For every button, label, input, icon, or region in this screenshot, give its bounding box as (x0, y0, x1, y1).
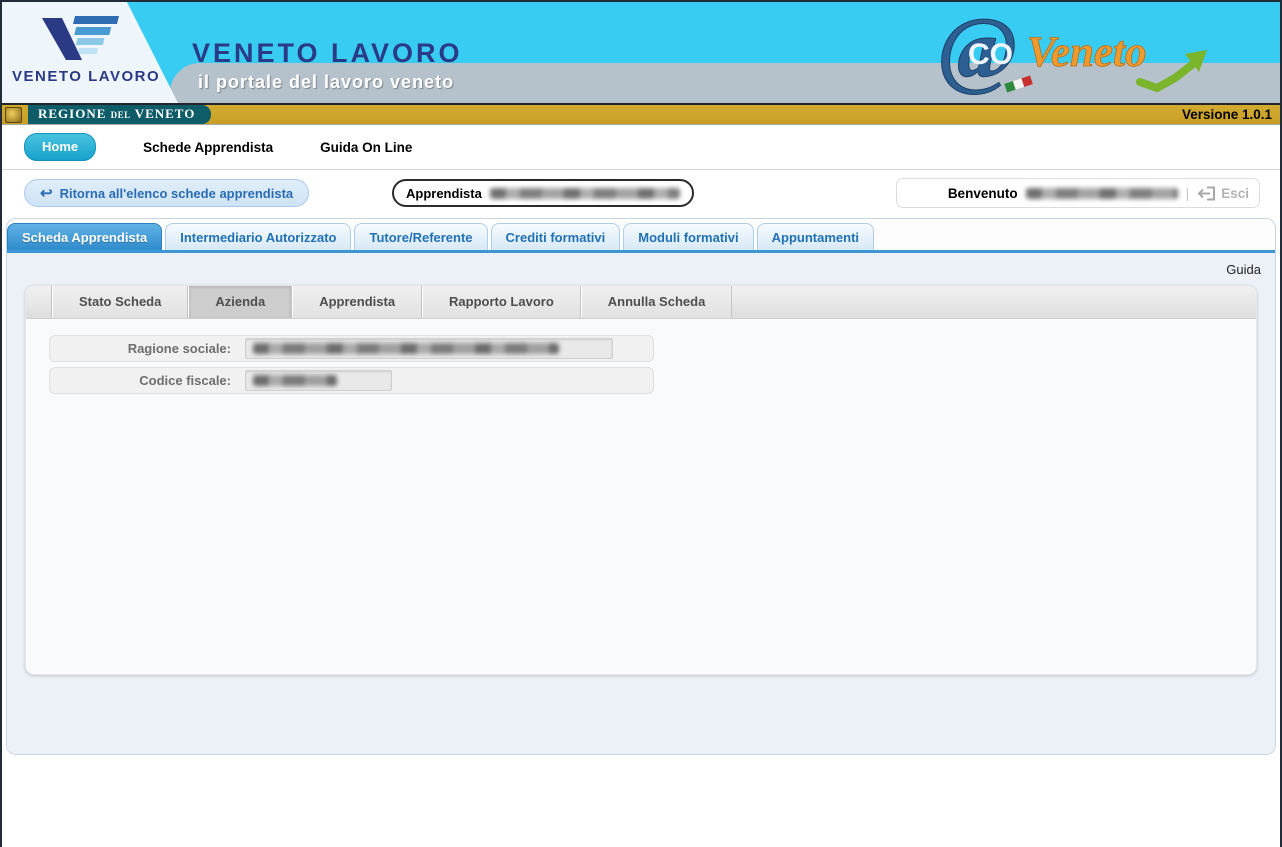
sub-tab-bar: Stato Scheda Azienda Apprendista Rapport… (26, 286, 1256, 319)
form-row-codice-fiscale: Codice fiscale: (49, 367, 654, 394)
tab-intermediario-autorizzato[interactable]: Intermediario Autorizzato (165, 223, 351, 250)
azienda-form: Ragione sociale: Codice fiscale: (26, 319, 1256, 394)
nav-item-guida-on-line[interactable]: Guida On Line (320, 140, 412, 155)
divider: | (1186, 185, 1190, 201)
ragione-sociale-value-redacted (253, 343, 559, 354)
growth-arrow-icon (1140, 50, 1207, 88)
veneto-word: VENETO (135, 106, 196, 121)
back-to-list-button[interactable]: ↩ Ritorna all'elenco schede apprendista (24, 179, 309, 207)
tab-appuntamenti[interactable]: Appuntamenti (757, 223, 874, 250)
subtab-stub (26, 286, 52, 318)
masthead: VENETO LAVORO il portale del lavoro vene… (2, 2, 1280, 103)
back-button-label: Ritorna all'elenco schede apprendista (60, 186, 294, 201)
region-bar: REGIONE DEL VENETO Versione 1.0.1 (2, 103, 1280, 125)
veneto-lavoro-logo[interactable]: VENETO LAVORO (2, 2, 178, 103)
welcome-label: Benvenuto (948, 186, 1018, 201)
subtab-stato-scheda[interactable]: Stato Scheda (52, 286, 188, 318)
site-subtitle: il portale del lavoro veneto (198, 72, 454, 93)
tab-scheda-apprendista[interactable]: Scheda Apprendista (7, 223, 162, 250)
site-title: VENETO LAVORO (192, 38, 463, 69)
apprendista-name-redacted (490, 188, 680, 199)
regione-word: REGIONE (38, 106, 106, 121)
main-nav: Home Schede Apprendista Guida On Line (2, 125, 1280, 170)
subtab-rapporto-lavoro[interactable]: Rapporto Lavoro (422, 286, 581, 318)
codice-fiscale-label: Codice fiscale: (50, 373, 245, 388)
codice-fiscale-value-redacted (253, 375, 337, 386)
apprendista-label: Apprendista (406, 186, 482, 201)
version-label: Versione 1.0.1 (1182, 107, 1272, 122)
form-row-ragione-sociale: Ragione sociale: (49, 335, 654, 362)
welcome-name-redacted (1026, 188, 1178, 199)
tab-crediti-formativi[interactable]: Crediti formativi (491, 223, 621, 250)
veneto-script: Veneto (1027, 29, 1146, 76)
subtab-azienda[interactable]: Azienda (188, 286, 292, 318)
logout-icon (1197, 186, 1216, 201)
main-tab-bar: Scheda Apprendista Intermediario Autoriz… (7, 219, 1275, 253)
lion-of-venice-icon (5, 107, 22, 123)
toolbar: ↩ Ritorna all'elenco schede apprendista … (2, 170, 1280, 218)
co-letters: CO (968, 38, 1013, 71)
tab-tutore-referente[interactable]: Tutore/Referente (354, 223, 487, 250)
subtab-apprendista[interactable]: Apprendista (292, 286, 422, 318)
apprendista-name-badge: Apprendista (392, 179, 694, 207)
codice-fiscale-field[interactable] (245, 370, 392, 391)
logo-caption: VENETO LAVORO (12, 68, 178, 85)
ragione-sociale-label: Ragione sociale: (50, 341, 245, 356)
tab-moduli-formativi[interactable]: Moduli formativi (623, 223, 753, 250)
scheda-panel: Stato Scheda Azienda Apprendista Rapport… (25, 285, 1257, 675)
nav-item-schede-apprendista[interactable]: Schede Apprendista (143, 140, 273, 155)
logout-button[interactable]: Esci (1197, 186, 1249, 201)
reply-arrow-icon: ↩ (40, 186, 53, 201)
content-body: Guida Stato Scheda Azienda Apprendista R… (7, 253, 1275, 754)
regione-veneto-badge: REGIONE DEL VENETO (28, 105, 211, 124)
co-veneto-logo: @ CO Veneto (935, 2, 1225, 103)
content-shell: Scheda Apprendista Intermediario Autoriz… (6, 218, 1276, 755)
guida-line: Guida (7, 253, 1275, 285)
app-window: VENETO LAVORO il portale del lavoro vene… (0, 0, 1282, 847)
veneto-lavoro-logo-mark (30, 12, 130, 64)
nav-item-home[interactable]: Home (24, 133, 96, 161)
logout-label: Esci (1221, 186, 1249, 201)
subtab-annulla-scheda[interactable]: Annulla Scheda (581, 286, 733, 318)
welcome-box: Benvenuto | Esci (896, 178, 1260, 208)
del-word: DEL (111, 110, 131, 120)
guida-link[interactable]: Guida (1226, 262, 1261, 277)
ragione-sociale-field[interactable] (245, 338, 613, 359)
